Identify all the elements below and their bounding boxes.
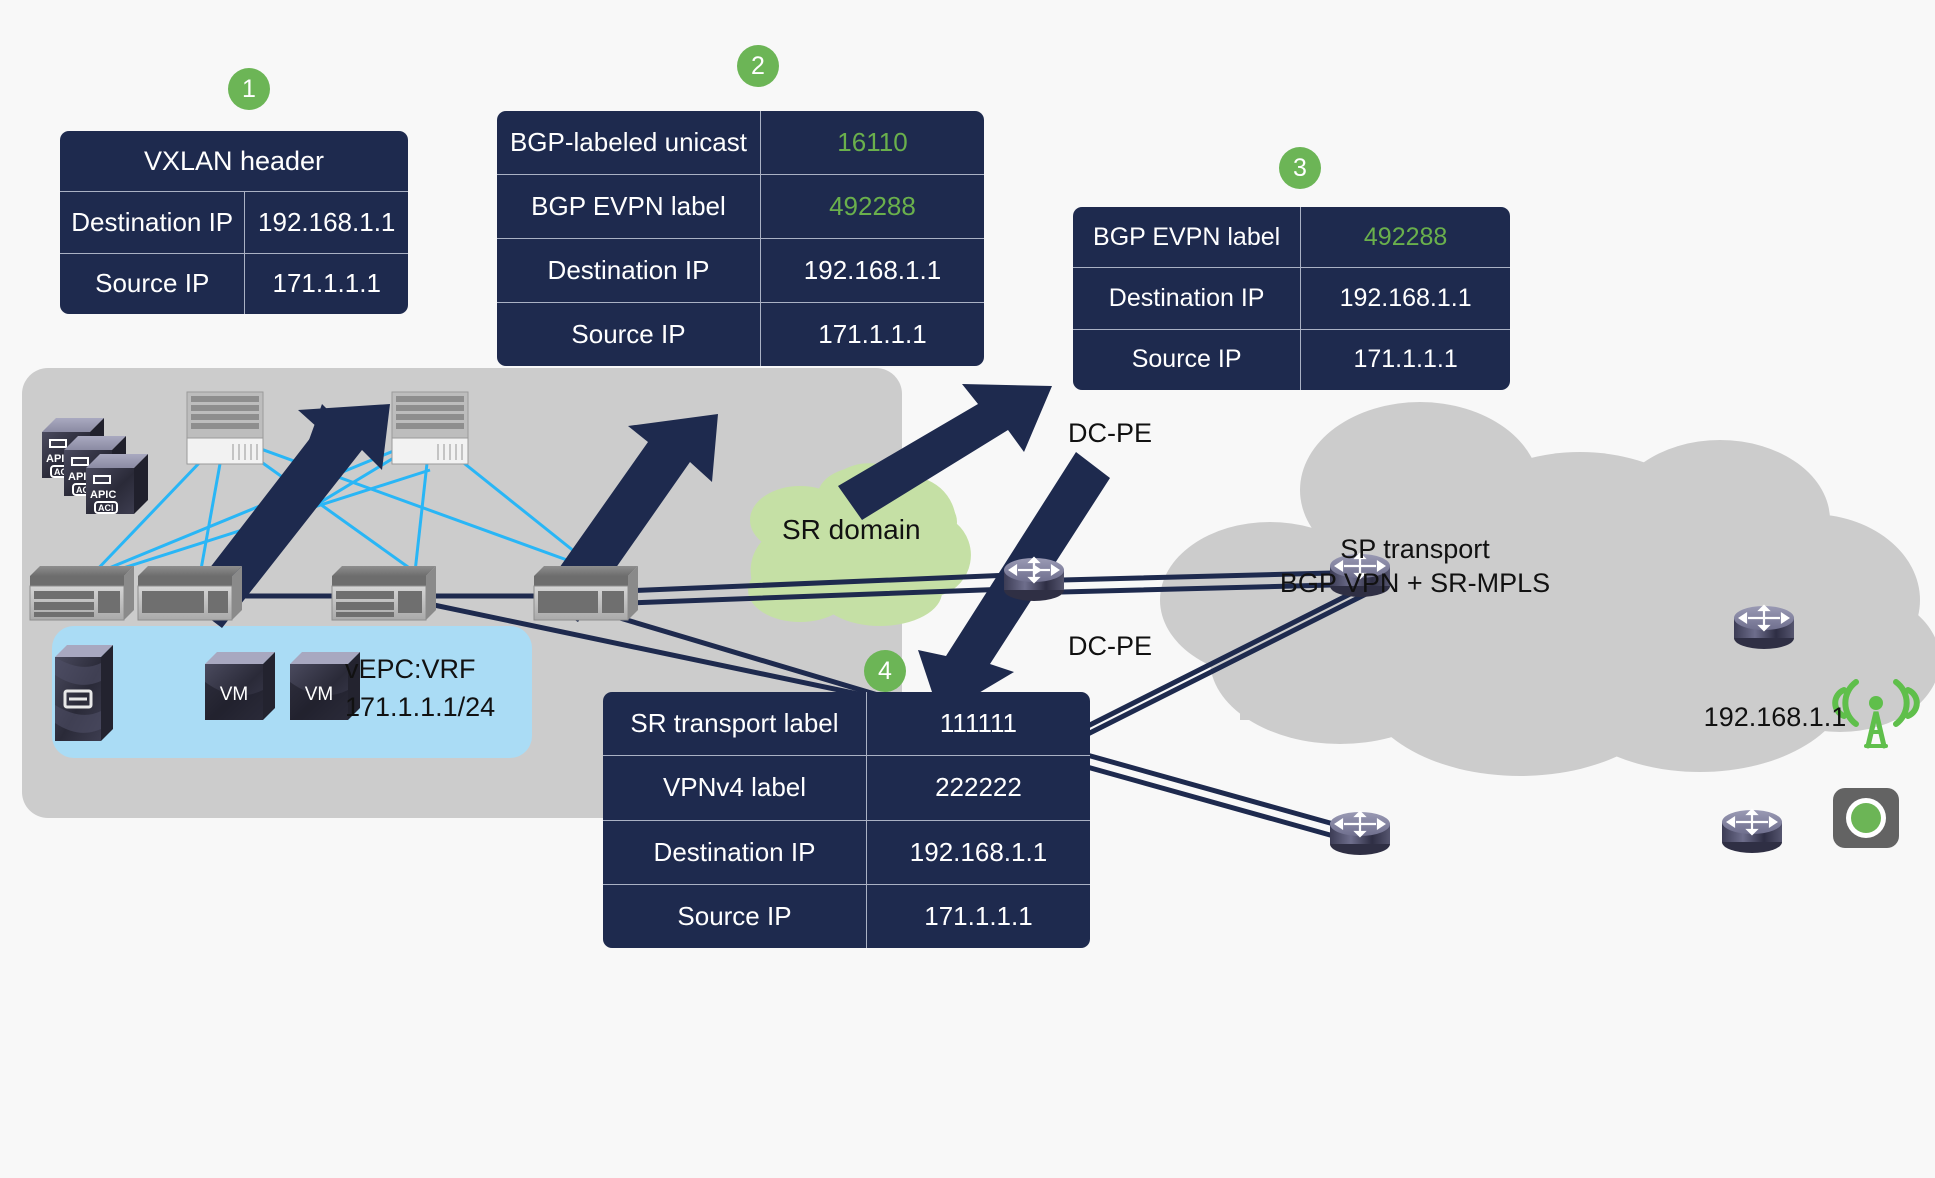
network-diagram-canvas: APIC ACI APIC ACI APIC ACI VM VM VXLAN h… xyxy=(0,0,1935,1178)
row-value: 192.168.1.1 xyxy=(865,820,1090,884)
table-row: Source IP 171.1.1.1 xyxy=(1073,328,1510,390)
apic-controller-stack: APIC ACI APIC ACI APIC ACI xyxy=(42,418,148,514)
leaf-switch-1 xyxy=(29,566,134,621)
row-value: 171.1.1.1 xyxy=(759,303,984,366)
leaf-switch-2 xyxy=(137,566,242,621)
table-row: VXLAN header xyxy=(60,131,408,191)
table-row: Destination IP 192.168.1.1 xyxy=(603,819,1090,884)
row-key: Destination IP xyxy=(71,206,234,237)
row-key: Destination IP xyxy=(653,836,816,867)
row-value: 192.168.1.1 xyxy=(244,192,408,253)
leaf-switch-4 xyxy=(533,566,638,621)
row-value: 222222 xyxy=(865,756,1090,820)
table-row: VPNv4 label 222222 xyxy=(603,755,1090,820)
row-value: 16110 xyxy=(759,111,984,174)
dc-pe-label-bottom: DC-PE xyxy=(1068,631,1153,661)
server-icon xyxy=(55,645,113,741)
table-row: SR transport label 111111 xyxy=(603,692,1090,756)
row-key: BGP EVPN label xyxy=(1093,222,1281,251)
router-sr-top xyxy=(1004,556,1064,601)
leaf-switch-3 xyxy=(331,566,436,621)
router-sp-right xyxy=(1734,604,1794,649)
table-row: Source IP 171.1.1.1 xyxy=(603,883,1090,948)
svg-text:APIC: APIC xyxy=(90,489,116,501)
callout-table-bgp-evpn-label: BGP EVPN label 492288 Destination IP 192… xyxy=(1073,207,1510,390)
table-row: Source IP 171.1.1.1 xyxy=(60,252,408,314)
spine-switch-2 xyxy=(391,391,469,465)
row-value: 192.168.1.1 xyxy=(759,239,984,302)
row-value: 111111 xyxy=(865,692,1090,756)
row-key: SR transport label xyxy=(630,708,839,739)
small-cell-radio-icon xyxy=(1833,788,1899,848)
row-value: 492288 xyxy=(1300,207,1510,268)
table-row: Source IP 171.1.1.1 xyxy=(497,302,984,366)
svg-text:VM: VM xyxy=(305,684,334,705)
svg-text:VM: VM xyxy=(220,684,249,705)
row-key: BGP-labeled unicast xyxy=(509,127,747,157)
row-key: Source IP xyxy=(95,268,210,299)
row-value: 171.1.1.1 xyxy=(1300,329,1510,390)
row-key: Destination IP xyxy=(1108,283,1265,312)
router-dc-pe-bottom xyxy=(1330,810,1390,855)
table-row: BGP EVPN label 492288 xyxy=(1073,207,1510,268)
vm-icon-1: VM xyxy=(205,652,275,720)
row-key: VPNv4 label xyxy=(662,772,807,803)
row-key: Source IP xyxy=(1131,345,1242,374)
spine-switch-1 xyxy=(186,391,264,465)
step-badge-4: 4 xyxy=(864,650,906,692)
callout-table-bgp-labeled-unicast: BGP-labeled unicast 16110 BGP EVPN label… xyxy=(497,111,984,366)
row-key: Source IP xyxy=(677,900,792,931)
vxlan-header-title: VXLAN header xyxy=(143,145,325,176)
dc-pe-label-top: DC-PE xyxy=(1068,418,1153,448)
callout-table-vxlan-header: VXLAN header Destination IP 192.168.1.1 … xyxy=(60,131,408,314)
table-row: Destination IP 192.168.1.1 xyxy=(1073,267,1510,329)
row-value: 171.1.1.1 xyxy=(865,884,1090,948)
row-key: BGP EVPN label xyxy=(531,191,726,221)
endpoint-ip-label: 192.168.1.1 xyxy=(1703,702,1847,732)
step-badge-3: 3 xyxy=(1279,147,1321,189)
row-key: Destination IP xyxy=(547,255,710,285)
callout-table-sr-transport-label: SR transport label 111111 VPNv4 label 22… xyxy=(603,692,1090,948)
table-row: BGP EVPN label 492288 xyxy=(497,174,984,238)
svg-text:ACI: ACI xyxy=(98,503,114,513)
table-row: Destination IP 192.168.1.1 xyxy=(60,191,408,253)
row-value: 171.1.1.1 xyxy=(244,253,408,314)
sp-transport-label: SP transport BGP VPN + SR-MPLS xyxy=(1279,534,1551,598)
step-badge-2: 2 xyxy=(737,45,779,87)
row-key: Source IP xyxy=(571,319,686,349)
sr-domain-label: SR domain xyxy=(782,514,921,545)
vepc-vrf-label: vEPC:VRF 171.1.1.1/24 xyxy=(345,654,496,722)
row-value: 492288 xyxy=(759,175,984,238)
router-endpoint xyxy=(1722,808,1782,853)
row-value: 192.168.1.1 xyxy=(1300,268,1510,329)
step-badge-1: 1 xyxy=(228,68,270,110)
table-row: Destination IP 192.168.1.1 xyxy=(497,238,984,302)
table-row: BGP-labeled unicast 16110 xyxy=(497,111,984,174)
